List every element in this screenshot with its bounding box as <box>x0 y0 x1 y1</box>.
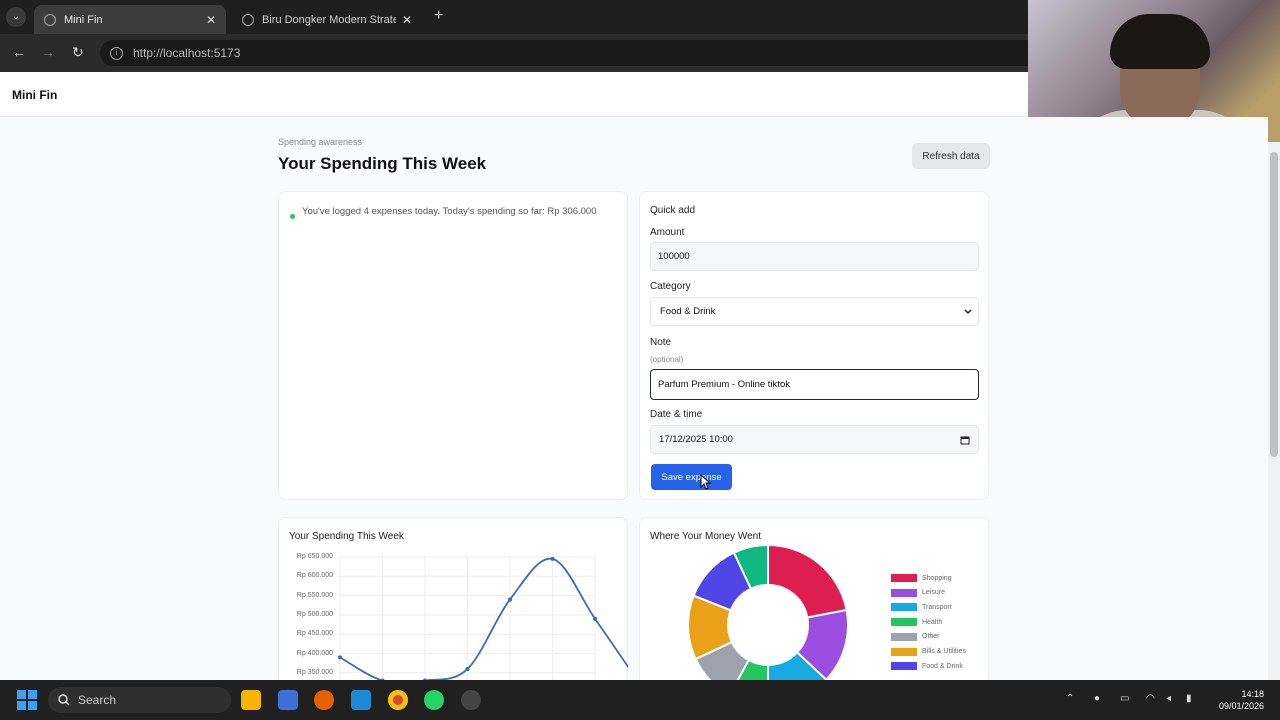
windows-start-icon[interactable] <box>17 690 37 710</box>
globe-icon <box>242 13 254 26</box>
back-icon[interactable]: ← <box>12 44 26 60</box>
chevron-up-icon[interactable]: ⌃ <box>1066 693 1074 704</box>
url-text: http://localhost:5173 <box>133 46 241 60</box>
note-label: Note <box>650 337 672 348</box>
taskbar-search[interactable]: Search <box>48 687 231 713</box>
calendar-icon[interactable] <box>960 435 970 445</box>
search-label: Search <box>78 693 117 707</box>
status-message: You've logged 4 expenses today. Today's … <box>302 206 597 217</box>
legend-label: Shopping <box>922 574 952 582</box>
taskbar-clock[interactable]: 14:18 09/01/2026 <box>1212 688 1264 712</box>
file-explorer-icon[interactable] <box>241 690 261 710</box>
legend-item[interactable]: Health <box>891 618 943 627</box>
page-eyebrow: Spending awareness <box>278 137 363 147</box>
clock-time: 14:18 <box>1241 689 1264 699</box>
tab-title: Biru Dongker Modern Strategi Bisnis <box>262 13 396 26</box>
page-background <box>0 117 1268 680</box>
keyboard-icon[interactable]: ▭ <box>1120 693 1129 704</box>
tab-title: Mini Fin <box>64 13 103 26</box>
address-bar[interactable]: i http://localhost:5173 <box>100 40 1030 66</box>
data-point[interactable] <box>508 597 512 602</box>
reload-icon[interactable]: ↻ <box>72 44 84 61</box>
category-label: Category <box>650 281 691 292</box>
tab-biru-dongker[interactable]: Biru Dongker Modern Strategi Bisnis ✕ <box>232 5 422 34</box>
wifi-icon[interactable]: ◠ <box>1146 693 1155 704</box>
amount-input[interactable] <box>650 242 979 271</box>
legend-item[interactable]: Bills & Utilities <box>891 647 966 656</box>
firefox-icon[interactable] <box>314 690 334 710</box>
legend-label: Other <box>922 633 940 641</box>
brand-logo[interactable]: Mini Fin <box>12 88 57 102</box>
note-hint: (optional) <box>650 355 684 364</box>
globe-icon <box>44 13 56 26</box>
chrome-icon[interactable] <box>388 690 408 710</box>
legend-item[interactable]: Food & Drink <box>891 662 963 671</box>
legend-swatch <box>891 603 917 612</box>
category-selected-value: Food & Drink <box>660 306 716 317</box>
donut-chart[interactable] <box>680 545 860 680</box>
store-icon[interactable] <box>278 690 298 710</box>
page-title: Your Spending This Week <box>278 154 487 173</box>
legend-item[interactable]: Leisure <box>891 588 945 597</box>
legend-swatch <box>891 632 917 641</box>
legend-swatch <box>891 662 917 671</box>
data-point[interactable] <box>465 666 470 671</box>
donut-slice[interactable] <box>767 545 848 619</box>
microphone-icon[interactable]: ● <box>1094 693 1100 704</box>
line-chart-title: Your Spending This Week <box>289 531 404 542</box>
legend-swatch <box>891 574 917 582</box>
data-point[interactable] <box>338 655 342 660</box>
clock-date: 09/01/2026 <box>1218 701 1264 711</box>
scrollbar-thumb[interactable] <box>1270 152 1278 457</box>
app-header <box>0 72 1028 117</box>
volume-icon[interactable]: ◂ <box>1166 693 1171 704</box>
tab-mini-fin[interactable]: Mini Fin ✕ <box>34 5 226 34</box>
save-expense-button[interactable]: Save expense <box>651 464 732 490</box>
legend-label: Transport <box>922 603 952 611</box>
legend-item[interactable]: Other <box>891 632 940 641</box>
forward-icon[interactable]: → <box>41 44 55 60</box>
legend-item[interactable]: Transport <box>891 603 952 612</box>
data-point[interactable] <box>593 616 597 621</box>
new-tab-button[interactable]: + <box>434 7 443 25</box>
category-select[interactable]: Food & Drink <box>650 297 979 326</box>
legend-item[interactable]: Shopping <box>891 574 952 582</box>
note-input[interactable] <box>650 369 979 400</box>
tab-list-button[interactable]: ⌄ <box>6 7 26 27</box>
status-dot-icon <box>290 214 295 219</box>
status-card <box>278 191 628 500</box>
donut-chart-title: Where Your Money Went <box>650 531 761 542</box>
search-icon <box>58 694 70 706</box>
close-icon[interactable]: ✕ <box>402 13 412 27</box>
whatsapp-icon[interactable] <box>424 690 444 710</box>
chevron-down-icon <box>964 308 972 314</box>
obs-icon[interactable] <box>461 690 481 710</box>
datetime-label: Date & time <box>650 409 703 420</box>
vscode-icon[interactable] <box>351 690 371 710</box>
legend-swatch <box>891 588 917 597</box>
line-series <box>339 557 628 680</box>
legend-label: Food & Drink <box>922 662 963 670</box>
site-info-icon[interactable]: i <box>110 46 123 60</box>
legend-label: Leisure <box>922 589 945 597</box>
legend-swatch <box>891 618 917 627</box>
refresh-data-button[interactable]: Refresh data <box>912 143 990 169</box>
data-point[interactable] <box>550 556 555 561</box>
legend-label: Bills & Utilities <box>922 648 966 655</box>
datetime-input[interactable]: 17/12/2025 10:00 <box>650 425 979 454</box>
close-icon[interactable]: ✕ <box>206 13 216 27</box>
quick-add-title: Quick add <box>650 205 696 216</box>
battery-icon[interactable]: ▮ <box>1186 693 1192 704</box>
mouse-cursor-icon <box>700 474 712 490</box>
line-chart[interactable] <box>278 545 628 680</box>
datetime-value: 17/12/2025 10:00 <box>659 434 733 445</box>
legend-swatch <box>891 647 917 656</box>
amount-label: Amount <box>650 227 685 238</box>
legend-label: Health <box>922 618 943 626</box>
